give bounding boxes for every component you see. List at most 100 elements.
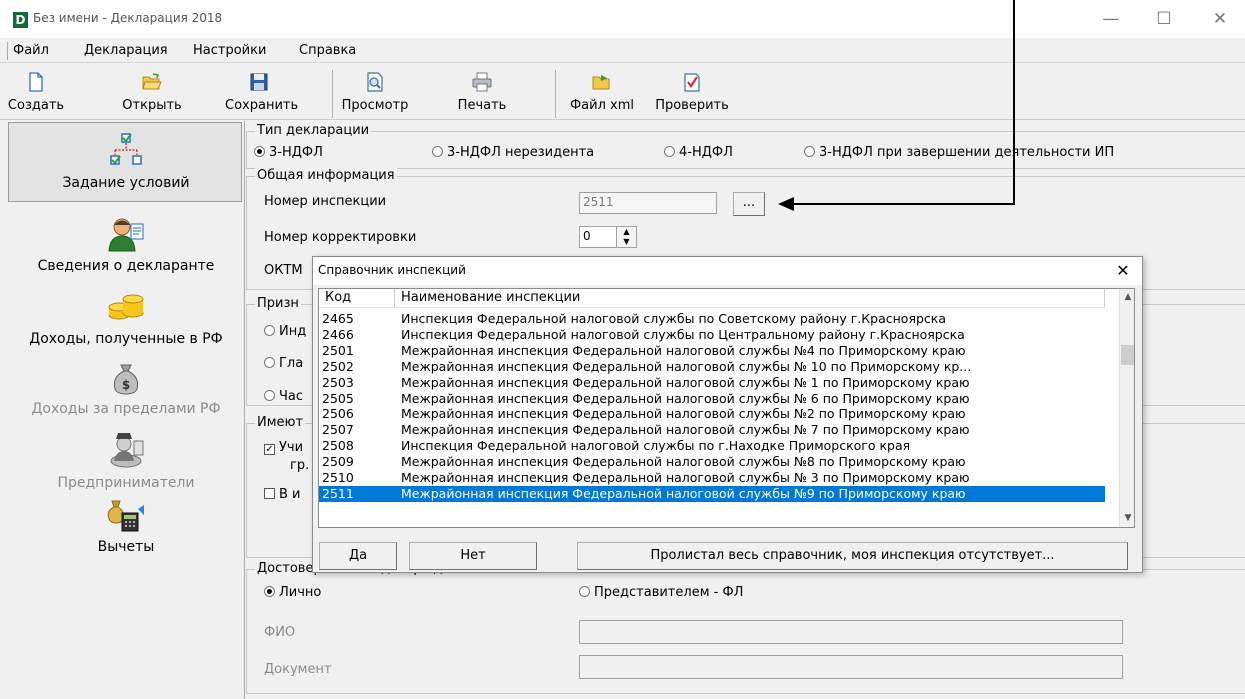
representative-radio[interactable]: Представителем - ФЛ <box>579 585 743 600</box>
radio-icon <box>264 390 275 401</box>
maximize-button[interactable]: ☐ <box>1142 4 1186 34</box>
list-item[interactable]: 2466 Инспекция Федеральной налоговой служ… <box>319 327 1105 343</box>
inspection-code: 2465 <box>322 311 354 326</box>
close-button[interactable]: ✕ <box>1198 4 1242 34</box>
save-button[interactable]: Сохранить <box>225 72 298 118</box>
radio-icon <box>579 586 590 597</box>
check-icon <box>684 73 700 92</box>
list-item[interactable]: 2507 Межрайонная инспекция Федеральной на… <box>319 422 1105 438</box>
column-divider[interactable] <box>394 289 395 307</box>
title-bar: D Без имени - Декларация 2018 — ☐ ✕ <box>0 0 1245 38</box>
inspection-name: Межрайонная инспекция Федеральной налого… <box>401 406 966 422</box>
xml-file-icon <box>592 75 610 90</box>
inspection-name: Межрайонная инспекция Федеральной налого… <box>401 422 970 438</box>
inspection-input[interactable]: 2511 <box>579 192 717 214</box>
column-header-code[interactable]: Код <box>325 290 351 305</box>
list-item[interactable]: 2510 Межрайонная инспекция Федеральной на… <box>319 470 1105 486</box>
inspection-code: 2503 <box>322 374 354 390</box>
inspection-code: 2466 <box>322 326 354 342</box>
list-item[interactable]: 2508 Инспекция Федеральной налоговой служ… <box>319 438 1105 454</box>
dialog-close-button[interactable]: ✕ <box>1109 260 1137 282</box>
personal-radio[interactable]: Лично <box>264 585 321 600</box>
open-button[interactable]: Открыть <box>114 72 190 118</box>
nav-item-conditions[interactable]: Задание условий <box>7 131 245 191</box>
decl-type-ip-close[interactable]: 3-НДФЛ при завершении деятельности ИП <box>804 145 1114 160</box>
menu-settings[interactable]: Настройки <box>193 43 266 58</box>
radio-icon <box>804 146 815 157</box>
create-button[interactable]: Создать <box>3 72 69 118</box>
save-disk-icon <box>250 73 268 91</box>
document-input[interactable] <box>579 655 1123 679</box>
spin-down-icon[interactable]: ▼ <box>617 237 636 247</box>
xml-file-button[interactable]: Файл xml <box>562 72 642 118</box>
inspection-name: Инспекция Федеральной налоговой службы п… <box>401 326 965 342</box>
radio-icon <box>264 357 275 368</box>
open-folder-icon <box>142 73 162 90</box>
sign-title: Призн <box>255 296 301 311</box>
list-item[interactable]: 2509 Межрайонная инспекция Федеральной на… <box>319 454 1105 470</box>
inspection-name: Межрайонная инспекция Федеральной налого… <box>401 374 970 390</box>
left-nav: Задание условий Сведения о декларанте До… <box>7 121 245 699</box>
correction-spinner[interactable]: ▲ ▼ <box>617 226 637 248</box>
scroll-up-icon[interactable]: ▲ <box>1120 289 1134 306</box>
list-item[interactable]: 2503 Межрайонная инспекция Федеральной на… <box>319 375 1105 391</box>
decl-type-nonresident[interactable]: 3-НДФЛ нерезидента <box>432 145 594 160</box>
checkbox-icon <box>264 488 275 499</box>
have-check-1[interactable]: ✓ Учи <box>264 440 303 455</box>
column-divider[interactable] <box>1104 289 1105 307</box>
list-item[interactable]: 2505 Межрайонная инспекция Федеральной на… <box>319 391 1105 407</box>
spin-up-icon[interactable]: ▲ <box>617 227 636 237</box>
menu-help[interactable]: Справка <box>299 43 356 58</box>
menu-declaration[interactable]: Декларация <box>84 43 168 58</box>
column-header-name[interactable]: Наименование инспекции <box>401 290 580 305</box>
minimize-button[interactable]: — <box>1089 4 1133 34</box>
radio-icon <box>664 146 675 157</box>
inspection-name: Межрайонная инспекция Федеральной налого… <box>401 390 970 406</box>
preview-button[interactable]: Просмотр <box>339 72 411 118</box>
nav-item-entrepreneurs[interactable]: Предприниматели <box>7 431 245 491</box>
have-check-2[interactable]: В и <box>264 487 301 502</box>
inspection-name: Межрайонная инспекция Федеральной налого… <box>401 485 966 501</box>
yes-button[interactable]: Да <box>319 542 397 570</box>
inspection-name: Инспекция Федеральной налоговой службы п… <box>401 311 946 326</box>
no-button[interactable]: Нет <box>409 542 537 570</box>
menu-file[interactable]: Файл <box>13 43 49 58</box>
fio-input[interactable] <box>579 620 1123 644</box>
print-button[interactable]: Печать <box>446 72 518 118</box>
list-item[interactable]: 2502 Межрайонная инспекция Федеральной на… <box>319 359 1105 375</box>
inspection-code: 2507 <box>322 422 354 438</box>
sign-option-1[interactable]: Инд <box>264 324 306 339</box>
inspection-name: Межрайонная инспекция Федеральной налого… <box>401 454 966 470</box>
nav-item-income-abroad[interactable]: $ Доходы за пределами РФ <box>7 361 245 417</box>
inspection-list[interactable]: Код Наименование инспекции 2465 Инспекция… <box>318 288 1135 528</box>
list-item[interactable]: 2511 Межрайонная инспекция Федеральной на… <box>319 485 1105 502</box>
check-button[interactable]: Проверить <box>652 72 732 118</box>
decl-type-3ndfl[interactable]: 3-НДФЛ <box>254 145 323 160</box>
person-icon <box>108 218 144 252</box>
decl-type-4ndfl[interactable]: 4-НДФЛ <box>664 145 733 160</box>
nav-item-deductions[interactable]: Вычеты <box>7 499 245 555</box>
toolbar-separator <box>555 70 556 118</box>
radio-checked-icon <box>264 586 275 597</box>
oktmo-label: ОКТМ <box>264 263 303 278</box>
dialog-title: Справочник инспекций <box>318 263 466 277</box>
list-item[interactable]: 2465 Инспекция Федеральной налоговой служ… <box>319 311 1105 327</box>
nav-item-declarant[interactable]: Сведения о декларанте <box>7 216 245 274</box>
list-scrollbar[interactable]: ▲ ▼ <box>1119 289 1134 527</box>
inspection-name: Межрайонная инспекция Федеральной налого… <box>401 358 972 374</box>
inspection-code: 2511 <box>322 485 354 501</box>
scroll-thumb[interactable] <box>1121 345 1134 365</box>
correction-input[interactable]: 0 <box>579 226 617 248</box>
list-item[interactable]: 2506 Межрайонная инспекция Федеральной на… <box>319 406 1105 422</box>
list-item[interactable]: 2501 Межрайонная инспекция Федеральной на… <box>319 343 1105 359</box>
sign-option-3[interactable]: Час <box>264 389 303 404</box>
window-title: Без имени - Декларация 2018 <box>33 11 223 25</box>
toolbar-separator <box>332 70 333 118</box>
inspection-browse-button[interactable]: ... <box>733 192 765 216</box>
sign-option-2[interactable]: Гла <box>264 356 303 371</box>
nav-item-income-rf[interactable]: Доходы, полученные в РФ <box>7 291 245 347</box>
inspection-missing-button[interactable]: Пролистал весь справочник, моя инспекция… <box>577 542 1128 570</box>
scroll-down-icon[interactable]: ▼ <box>1120 510 1134 527</box>
inspection-label: Номер инспекции <box>264 194 387 209</box>
radio-icon <box>264 325 275 336</box>
